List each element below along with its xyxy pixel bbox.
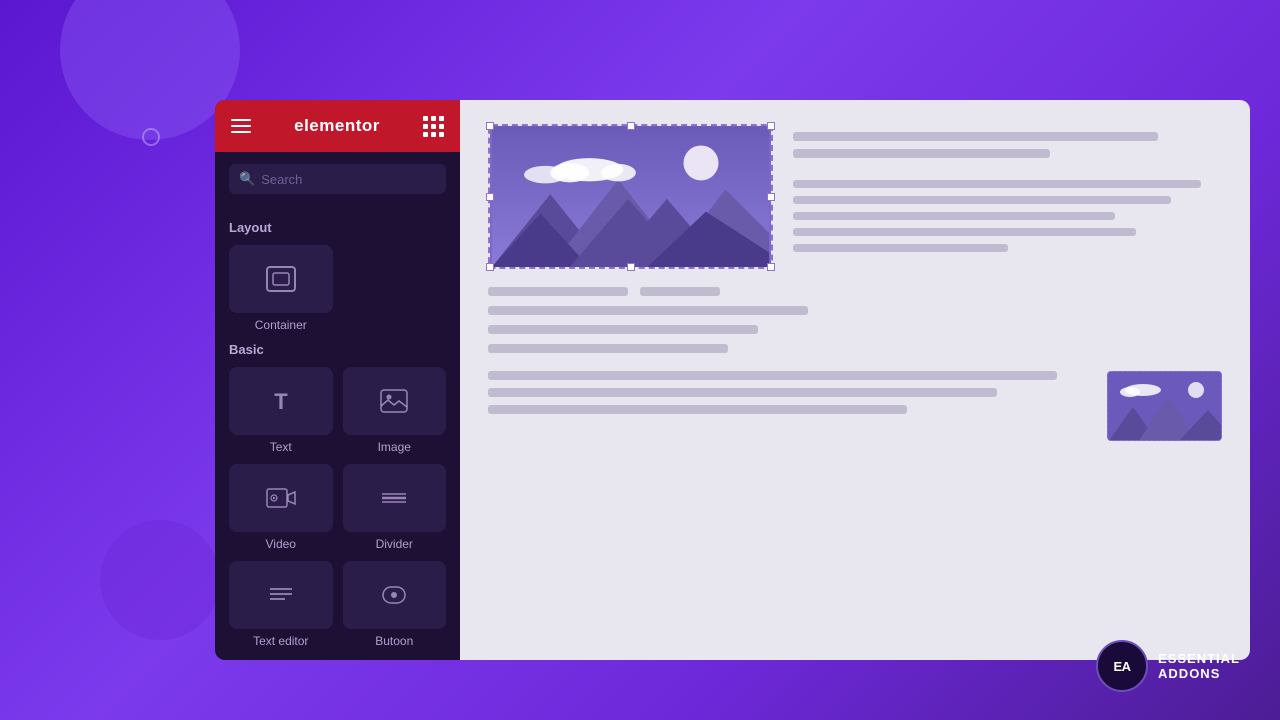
handle-br[interactable] (767, 263, 775, 271)
mid-line-row-3 (488, 325, 1222, 334)
handle-tr[interactable] (767, 122, 775, 130)
mid-line-row-4 (488, 344, 1222, 353)
widget-box-text-editor (229, 561, 333, 629)
text-line-1 (793, 132, 1158, 141)
ea-text: ESSENTIAL ADDONS (1158, 651, 1240, 681)
selected-image-block[interactable] (488, 124, 773, 269)
widget-label-text: Text (270, 440, 292, 454)
thumb-landscape (1108, 372, 1222, 441)
sidebar-body: Layout Container Basic (215, 206, 460, 660)
widget-grid-basic: T Text Image (229, 367, 446, 648)
text-line-4 (793, 196, 1171, 204)
canvas-bottom (488, 371, 1222, 441)
widget-container[interactable]: Container (229, 245, 333, 332)
widget-text-editor[interactable]: Text editor (229, 561, 333, 648)
selected-image-inner (490, 126, 771, 267)
mid-line-1b (640, 287, 720, 296)
handle-bl[interactable] (486, 263, 494, 271)
text-line-3 (793, 180, 1201, 188)
ea-text-line1: ESSENTIAL (1158, 651, 1240, 666)
section-label-layout: Layout (229, 220, 446, 235)
search-input[interactable] (261, 172, 436, 187)
bottom-line-2 (488, 388, 997, 397)
text-line-5 (793, 212, 1115, 220)
widget-divider[interactable]: Divider (343, 464, 447, 551)
canvas (460, 100, 1250, 660)
widget-box-divider (343, 464, 447, 532)
canvas-top (488, 124, 1222, 269)
handle-mr[interactable] (767, 193, 775, 201)
mid-line-row-2 (488, 306, 1222, 315)
text-line-2 (793, 149, 1050, 158)
grid-icon[interactable] (423, 116, 444, 137)
mid-line-row-1 (488, 287, 1222, 296)
widget-label-image: Image (378, 440, 411, 454)
widget-box-image (343, 367, 447, 435)
mid-line-2a (488, 306, 808, 315)
bottom-line-1 (488, 371, 1057, 380)
container-icon (265, 265, 297, 293)
widget-label-text-editor: Text editor (253, 634, 308, 648)
text-editor-icon (266, 582, 296, 608)
hamburger-icon[interactable] (231, 119, 251, 133)
widget-label-container: Container (255, 318, 307, 332)
main-container: elementor 🔍 Layout (215, 100, 1250, 660)
search-icon: 🔍 (239, 171, 255, 187)
bg-decor-circle-3 (142, 128, 160, 146)
landscape-illustration (490, 126, 771, 267)
widget-box-video (229, 464, 333, 532)
image-icon (380, 389, 408, 413)
mid-line-4a (488, 344, 728, 353)
canvas-middle (488, 287, 1222, 353)
sidebar-title: elementor (294, 116, 380, 136)
sidebar: elementor 🔍 Layout (215, 100, 460, 660)
widget-label-video: Video (266, 537, 296, 551)
widget-text[interactable]: T Text (229, 367, 333, 454)
handle-bc[interactable] (627, 263, 635, 271)
text-blocks-right (793, 124, 1222, 252)
button-icon (380, 582, 408, 608)
ea-badge: EA ESSENTIAL ADDONS (1096, 640, 1240, 692)
search-box[interactable]: 🔍 (229, 164, 446, 194)
ea-logo: EA (1096, 640, 1148, 692)
widget-grid-layout: Container (229, 245, 446, 332)
divider-icon (379, 486, 409, 510)
svg-text:T: T (274, 389, 288, 414)
widget-box-text: T (229, 367, 333, 435)
widget-button[interactable]: Butoon (343, 561, 447, 648)
widget-box-container (229, 245, 333, 313)
widget-image[interactable]: Image (343, 367, 447, 454)
text-icon: T (267, 387, 295, 415)
widget-box-button (343, 561, 447, 629)
sidebar-header: elementor (215, 100, 460, 152)
text-line-6 (793, 228, 1136, 236)
video-icon (266, 486, 296, 510)
section-label-basic: Basic (229, 342, 446, 357)
handle-tl[interactable] (486, 122, 494, 130)
widget-label-divider: Divider (376, 537, 413, 551)
mid-line-3a (488, 325, 758, 334)
text-line-7 (793, 244, 1008, 252)
bottom-image-thumb (1107, 371, 1222, 441)
sidebar-search: 🔍 (215, 152, 460, 206)
widget-video[interactable]: Video (229, 464, 333, 551)
widget-label-button: Butoon (375, 634, 413, 648)
ea-text-line2: ADDONS (1158, 666, 1240, 681)
bg-decor-circle-2 (100, 520, 220, 640)
handle-tc[interactable] (627, 122, 635, 130)
handle-ml[interactable] (486, 193, 494, 201)
bottom-text-col (488, 371, 1087, 414)
bottom-line-3 (488, 405, 907, 414)
mid-line-1a (488, 287, 628, 296)
